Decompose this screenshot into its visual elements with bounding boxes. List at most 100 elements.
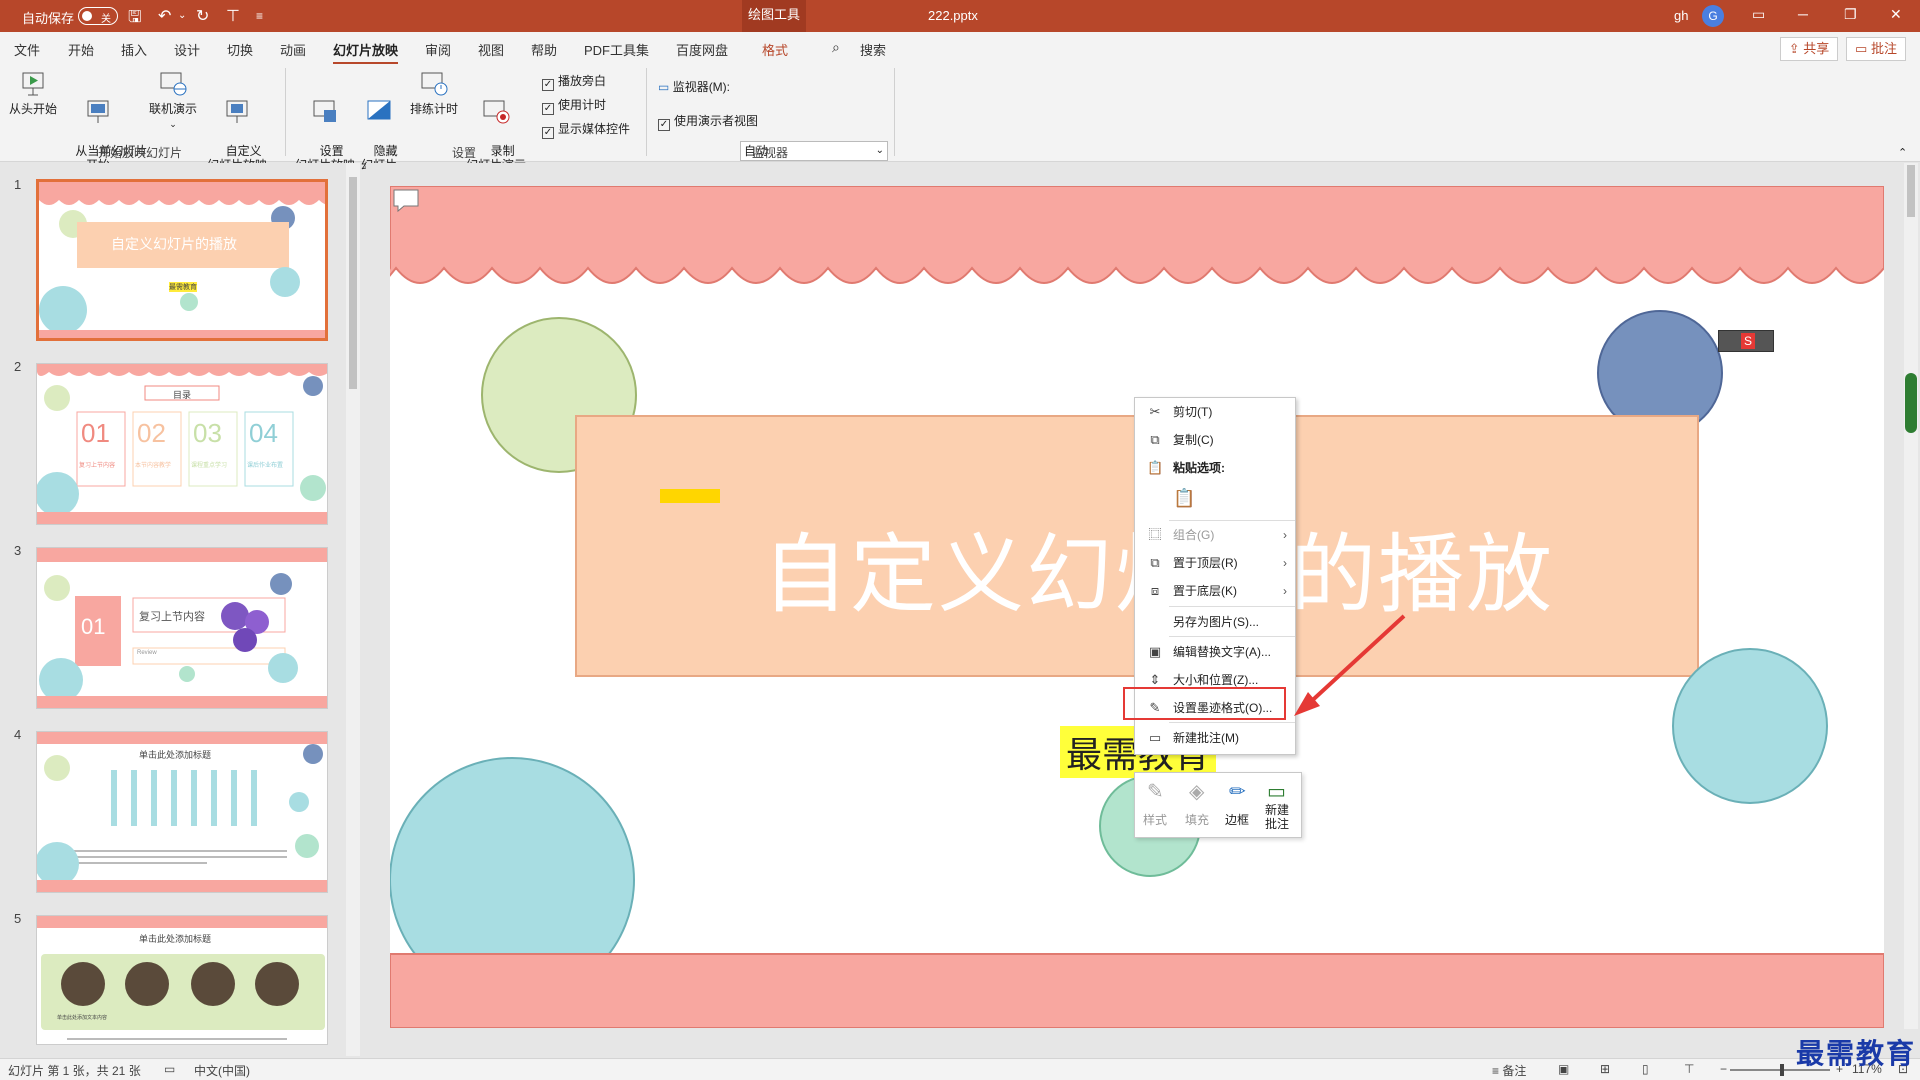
thumbnail-number: 4 (14, 727, 22, 742)
thumbnail-5[interactable]: 单击此处添加标题 单击此处添加文本内容 (36, 915, 328, 1045)
user-name: gh (1674, 8, 1689, 23)
save-icon[interactable]: 🖫 (128, 6, 142, 33)
tab-transitions[interactable]: 切换 (227, 40, 253, 59)
undo-dropdown-icon[interactable]: ⌄ (178, 10, 186, 21)
style-icon: ✎ (1147, 781, 1164, 803)
tab-home[interactable]: 开始 (68, 40, 94, 59)
slide-scrollbar[interactable] (1904, 163, 1918, 1029)
menu-cut[interactable]: ✂ 剪切(T) (1135, 400, 1295, 424)
tab-format[interactable]: 格式 (762, 40, 788, 59)
monitor-icon: ▭ (658, 80, 670, 94)
presenter-view-checkbox[interactable]: ✓ 使用演示者视图 (658, 112, 758, 131)
paste-icon: 📋 (1147, 460, 1164, 475)
menu-save-as-picture[interactable]: 另存为图片(S)... (1135, 610, 1295, 634)
ribbon-display-icon[interactable]: ▭ (1752, 6, 1765, 23)
close-icon[interactable]: ✕ (1890, 6, 1902, 23)
thumbnail-number: 3 (14, 543, 22, 558)
tab-insert[interactable]: 插入 (121, 40, 147, 59)
online-present-button[interactable]: 联机演示 ⌄ (146, 70, 200, 131)
mini-outline-button[interactable]: 边框 (1219, 811, 1255, 828)
record-icon (483, 100, 510, 124)
document-title: 222.pptx (928, 8, 978, 23)
tab-view[interactable]: 视图 (478, 40, 504, 59)
collapse-ribbon-icon[interactable]: ⌃ (1898, 146, 1907, 159)
thumbnail-number: 5 (14, 911, 22, 926)
tab-pdf-tools[interactable]: PDF工具集 (584, 40, 649, 59)
customize-qat-icon[interactable]: ≡ (256, 9, 263, 23)
rehearse-timings-button[interactable]: 排练计时 (408, 70, 460, 116)
tab-slideshow[interactable]: 幻灯片放映 (333, 40, 399, 65)
comment-button[interactable]: ▭ 批注 (1846, 37, 1906, 61)
cut-icon: ✂ (1149, 404, 1161, 419)
autosave-toggle[interactable]: 关 (78, 7, 118, 25)
undo-icon[interactable]: ↶ (158, 6, 171, 26)
zoom-out-icon[interactable]: − (1720, 1062, 1727, 1076)
group-label-monitors: 监视器 (752, 146, 789, 160)
paste-keep-text-option[interactable]: 📋 (1135, 484, 1295, 514)
tab-file[interactable]: 文件 (14, 40, 40, 59)
tab-review[interactable]: 审阅 (425, 40, 451, 59)
notes-button[interactable]: ≡ 备注 (1492, 1062, 1526, 1079)
outline-icon: ✏ (1229, 781, 1246, 803)
group-label-setup: 设置 (452, 146, 477, 160)
from-beginning-button[interactable]: 从头开始 (8, 70, 58, 116)
autosave-label: 自动保存 (22, 11, 75, 26)
annotation-arrow (1294, 614, 1406, 716)
search-label[interactable]: 搜索 (860, 40, 886, 59)
avatar[interactable]: G (1702, 5, 1724, 27)
share-button[interactable]: ⇪ 共享 (1780, 37, 1838, 61)
menu-send-to-back[interactable]: ⧈ 置于底层(K) › (1135, 579, 1295, 603)
tab-baidu-netdisk[interactable]: 百度网盘 (676, 40, 728, 59)
title-bar: 自动保存 关 🖫 ↶ ⌄ ↻ ⊤ ≡ 绘图工具 222.pptx gh G ▭ … (0, 0, 1920, 32)
mini-new-comment-button[interactable]: 新建 批注 (1259, 803, 1295, 831)
redo-icon[interactable]: ↻ (196, 6, 209, 26)
drawing-tools-tab[interactable]: 绘图工具 (742, 0, 806, 32)
online-present-icon (160, 72, 187, 96)
use-timings-checkbox[interactable]: ✓ 使用计时 (542, 96, 606, 115)
reading-view-icon[interactable]: ▯ (1642, 1062, 1649, 1076)
ribbon: 从头开始 从当前幻灯片 开始 联机演示⌄ 自定义 幻灯片放映 开始放映幻灯片 设… (0, 64, 1920, 172)
spellcheck-icon[interactable]: ▭ (164, 1062, 175, 1076)
menu-paste-options: 📋 粘贴选项: (1147, 460, 1225, 475)
send-to-back-icon: ⧈ (1150, 583, 1160, 598)
hide-slide-icon (367, 100, 391, 120)
minimize-icon[interactable]: ─ (1798, 6, 1808, 22)
slide-sorter-icon[interactable]: ⊞ (1600, 1062, 1610, 1076)
paste-text-only-icon: 📋 (1173, 488, 1196, 508)
new-comment-icon: ▭ (1267, 781, 1286, 803)
menu-copy[interactable]: ⧉ 复制(C) (1135, 428, 1295, 452)
tab-design[interactable]: 设计 (174, 40, 200, 59)
tab-animations[interactable]: 动画 (280, 40, 306, 59)
show-media-controls-checkbox[interactable]: ✓ 显示媒体控件 (542, 120, 630, 139)
normal-view-icon[interactable]: ▣ (1558, 1062, 1569, 1076)
alt-text-icon: ▣ (1148, 644, 1162, 659)
thumbnail-1[interactable]: 自定义幻灯片的播放 最需教育 (36, 179, 328, 341)
thumbnail-2[interactable]: 目录 01 02 03 04 复习上节内容 本节内容教学 课程重点学习 课后作业… (36, 363, 328, 525)
mini-style-button[interactable]: 样式 (1137, 811, 1173, 828)
status-bar: 幻灯片 第 1 张，共 21 张 ▭ 中文(中国) ≡ 备注 ▣ ⊞ ▯ ⊤ −… (0, 1058, 1920, 1080)
thumbnail-scrollbar[interactable] (346, 163, 360, 1056)
play-from-start-icon (22, 72, 44, 96)
menu-new-comment[interactable]: ▭ 新建批注(M) (1135, 726, 1295, 750)
restore-icon[interactable]: ❐ (1844, 6, 1857, 23)
mini-fill-button[interactable]: 填充 (1179, 811, 1215, 828)
menu-edit-alt-text[interactable]: ▣ 编辑替换文字(A)... (1135, 640, 1295, 664)
custom-slideshow-icon (226, 100, 248, 123)
new-comment-icon: ▭ (1148, 730, 1162, 745)
ribbon-tabs: 文件 开始 插入 设计 切换 动画 幻灯片放映 审阅 视图 帮助 PDF工具集 … (0, 32, 1920, 65)
slideshow-view-icon[interactable]: ⊤ (1684, 1062, 1694, 1076)
mini-toolbar: ✎ ◈ ✏ ▭ 样式 填充 边框 新建 批注 (1134, 772, 1302, 838)
tab-help[interactable]: 帮助 (531, 40, 557, 59)
thumbnail-3[interactable]: 01 复习上节内容 Review (36, 547, 328, 709)
copy-icon: ⧉ (1150, 432, 1160, 447)
language-indicator[interactable]: 中文(中国) (194, 1062, 250, 1079)
menu-bring-to-front[interactable]: ⧉ 置于顶层(R) › (1135, 551, 1295, 575)
sogou-ime-toolbar[interactable]: S (1718, 330, 1774, 352)
presentation-icon[interactable]: ⊤ (226, 6, 240, 26)
search-icon[interactable]: ⌕ (832, 39, 840, 56)
monitor-label: ▭ 监视器(M): (658, 80, 731, 94)
play-narrations-checkbox[interactable]: ✓ 播放旁白 (542, 72, 606, 91)
thumbnail-4[interactable]: 单击此处添加标题 (36, 731, 328, 893)
group-label-start-slideshow: 开始放映幻灯片 (98, 146, 183, 160)
thumbnail-number: 1 (14, 177, 22, 192)
